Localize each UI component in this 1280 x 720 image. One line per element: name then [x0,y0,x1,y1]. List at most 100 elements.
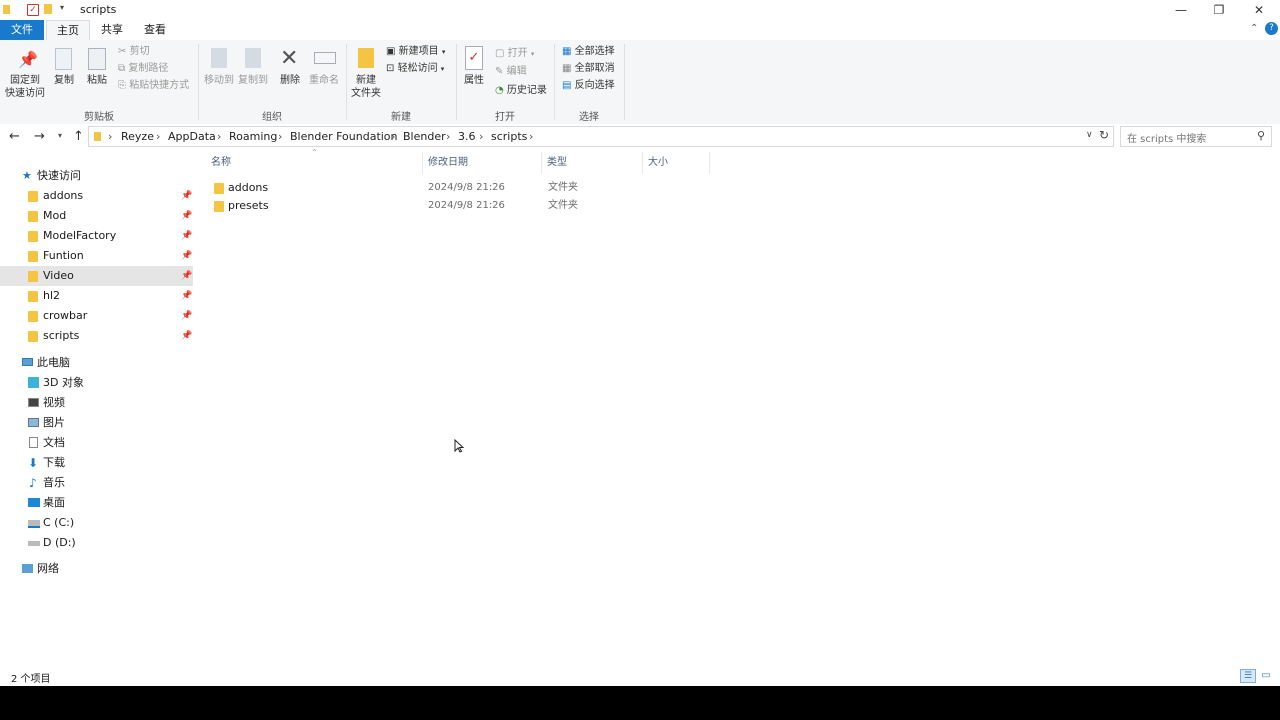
film-icon [28,398,39,407]
easy-access-icon: ⊡ [386,63,395,74]
breadcrumb-appdata[interactable]: AppData [168,124,216,150]
folder-icon [28,311,38,322]
select-none-button[interactable]: ▦ 全部取消 [562,61,615,77]
pin-icon[interactable]: 📌 [181,326,192,346]
breadcrumb-version[interactable]: 3.6 [458,124,476,150]
pin-icon[interactable]: 📌 [181,286,192,306]
address-row: ← → ▾ ↑ › Reyze › AppData › Roaming › Bl… [0,124,1280,150]
pin-quick-access-button[interactable]: 📌 固定到 快速访问 [2,46,48,102]
delete-button[interactable]: ✕ 删除 [274,46,306,96]
nav-quick-access[interactable]: ★ 快速访问 [0,166,193,186]
recent-locations-icon[interactable]: ▾ [58,131,62,140]
paste-shortcut-button[interactable]: ⎘ 粘贴快捷方式 [118,78,189,94]
rename-button[interactable]: 重命名 [306,46,342,96]
forward-arrow-icon[interactable]: → [34,129,45,144]
properties-button[interactable]: ✓ 属性 [460,46,488,96]
tab-view[interactable]: 查看 [133,20,177,40]
folder-icon [28,331,38,342]
pin-icon[interactable]: 📌 [181,246,192,266]
column-divider[interactable] [642,152,643,174]
copy-path-button[interactable]: ⧉ 复制路径 [118,61,168,77]
copy-button[interactable]: 复制 [50,46,78,96]
nav-pinned-mod[interactable]: Mod 📌 [0,206,193,226]
move-to-button[interactable]: 移动到 [202,46,236,96]
column-divider[interactable] [541,152,542,174]
nav-3d-objects[interactable]: 3D 对象 [0,373,193,393]
pin-icon[interactable]: 📌 [181,206,192,226]
breadcrumb-scripts[interactable]: scripts [491,124,527,150]
group-label-select: 选择 [579,112,599,123]
column-header-size[interactable]: 大小 [648,155,668,171]
nav-videos[interactable]: 视频 [0,393,193,413]
column-header-type[interactable]: 类型 [547,155,567,171]
select-all-button[interactable]: ▦ 全部选择 [562,44,615,60]
column-divider[interactable] [709,152,710,174]
network-icon [22,564,33,573]
file-row-addons[interactable]: addons 2024/9/8 21:26 文件夹 [208,179,708,197]
group-label-new: 新建 [391,112,411,123]
nav-pinned-funtion[interactable]: Funtion 📌 [0,246,193,266]
nav-pinned-scripts[interactable]: scripts 📌 [0,326,193,346]
address-dropdown-icon[interactable]: ∨ [1086,130,1093,140]
file-row-presets[interactable]: presets 2024/9/8 21:26 文件夹 [208,197,708,215]
close-button[interactable]: ✕ [1236,0,1280,20]
new-folder-quick-icon[interactable] [44,4,52,14]
help-icon[interactable]: ? [1265,22,1278,35]
nav-pinned-modelfactory[interactable]: ModelFactory 📌 [0,226,193,246]
nav-documents[interactable]: 文档 [0,433,193,453]
column-header-name[interactable]: 名称 [211,155,231,171]
collapse-ribbon-icon[interactable]: ⌃ [1250,23,1258,34]
history-button[interactable]: ◔ 历史记录 [495,83,547,99]
nav-pinned-crowbar[interactable]: crowbar 📌 [0,306,193,326]
nav-pinned-video[interactable]: Video 📌 [0,266,193,286]
nav-downloads[interactable]: ⬇ 下载 [0,453,193,473]
easy-access-button[interactable]: ⊡ 轻松访问 ▾ [386,61,444,77]
tab-home[interactable]: 主页 [46,20,90,40]
nav-drive-d[interactable]: D (D:) [0,533,193,553]
nav-network[interactable]: 网络 [0,559,193,579]
copy-to-button[interactable]: 复制到 [236,46,270,96]
search-box[interactable]: 在 scripts 中搜索 ⚲ [1120,126,1272,147]
history-icon: ◔ [495,85,504,96]
dropdown-arrow-icon: ▾ [440,65,445,73]
tab-share[interactable]: 共享 [90,20,134,40]
file-type: 文件夹 [548,200,578,211]
pin-icon[interactable]: 📌 [181,226,192,246]
breadcrumb-separator-icon: › [529,130,534,143]
column-divider[interactable] [422,152,423,174]
pin-icon[interactable]: 📌 [181,306,192,326]
breadcrumb-roaming[interactable]: Roaming [229,124,277,150]
nav-pinned-hl2[interactable]: hl2 📌 [0,286,193,306]
properties-icon: ✓ [465,46,483,70]
cut-button[interactable]: ✂ 剪切 [118,44,150,60]
up-arrow-icon[interactable]: ↑ [73,129,84,144]
column-header-modified[interactable]: 修改日期 [428,155,468,171]
nav-music[interactable]: ♪ 音乐 [0,473,193,493]
invert-selection-button[interactable]: ▤ 反向选择 [562,78,615,94]
breadcrumb-blender-foundation[interactable]: Blender Foundation [290,124,398,150]
tab-file[interactable]: 文件 [0,20,44,40]
group-label-clipboard: 剪贴板 [84,112,114,123]
new-folder-button[interactable]: 新建 文件夹 [348,46,384,102]
nav-pinned-addons[interactable]: addons 📌 [0,186,193,206]
open-button[interactable]: ▢ 打开 ▾ [495,46,534,62]
nav-this-pc[interactable]: 此电脑 [0,353,193,373]
pin-icon[interactable]: 📌 [181,186,192,206]
breadcrumb-reyze[interactable]: Reyze [121,124,154,150]
refresh-icon[interactable]: ↻ [1099,128,1109,142]
copy-path-icon: ⧉ [118,63,126,74]
back-arrow-icon[interactable]: ← [9,129,20,144]
breadcrumb-blender[interactable]: Blender [403,124,446,150]
large-icons-view-icon[interactable]: ▭ [1259,669,1273,683]
new-item-button[interactable]: ▣ 新建项目 ▾ [386,44,445,60]
file-name: addons [228,181,269,194]
paste-button[interactable]: 粘贴 [82,46,112,96]
nav-desktop[interactable]: 桌面 [0,493,193,513]
nav-drive-c[interactable]: C (C:) [0,513,193,533]
pin-icon[interactable]: 📌 [181,266,192,286]
properties-quick-icon[interactable]: ✓ [27,4,39,16]
edit-button[interactable]: ✎ 编辑 [495,64,527,80]
customize-quick-access-icon[interactable]: ▾ [60,3,64,12]
nav-pictures[interactable]: 图片 [0,413,193,433]
details-view-icon[interactable]: ☰ [1240,669,1256,683]
